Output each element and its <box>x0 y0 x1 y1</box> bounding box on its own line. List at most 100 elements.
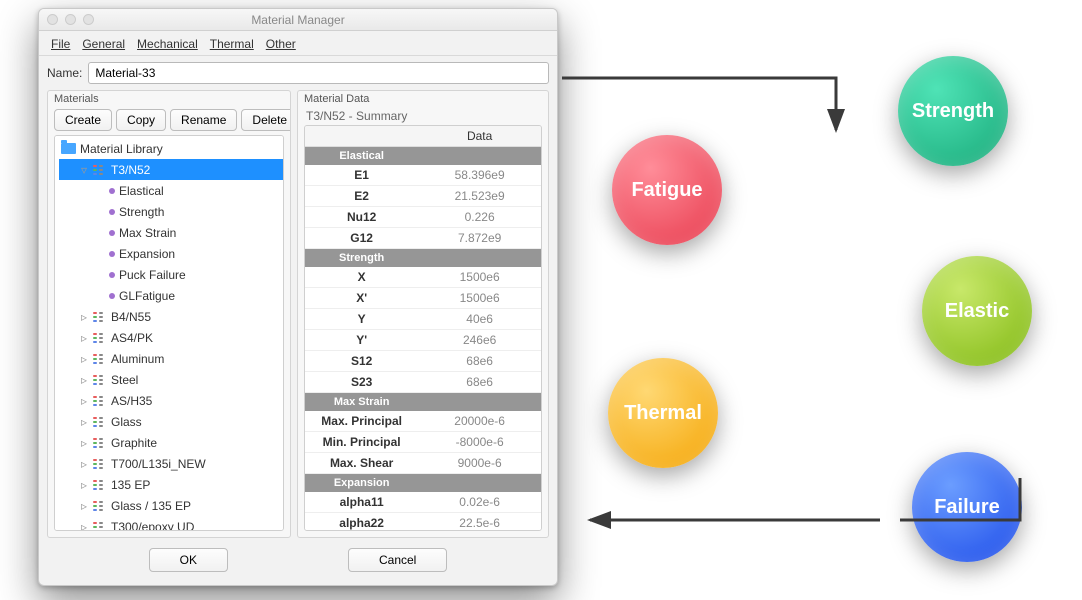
table-row[interactable]: S1268e6 <box>305 351 541 372</box>
tree-item[interactable]: ▹ Glass / 135 EP <box>59 495 283 516</box>
tree-item-label: AS/H35 <box>111 394 152 408</box>
table-row[interactable]: alpha110.02e-6 <box>305 492 541 513</box>
tree-item[interactable]: ▹AS4/PK <box>59 327 283 348</box>
tree-item[interactable]: Puck Failure <box>59 264 283 285</box>
property-value: 0.02e-6 <box>418 492 541 513</box>
bullet-icon <box>109 272 115 278</box>
table-row[interactable]: Max. Shear9000e-6 <box>305 453 541 474</box>
tree-item[interactable]: Strength <box>59 201 283 222</box>
property-name: alpha11 <box>305 492 418 513</box>
create-button[interactable]: Create <box>54 109 112 131</box>
property-value: 0.226 <box>418 207 541 228</box>
property-value: 9000e-6 <box>418 453 541 474</box>
menu-general[interactable]: General <box>78 35 129 53</box>
tree-item[interactable]: ▹Aluminum <box>59 348 283 369</box>
zoom-icon[interactable] <box>83 14 94 25</box>
tree-item[interactable]: Elastical <box>59 180 283 201</box>
property-value: 22.5e-6 <box>418 513 541 532</box>
tree-item[interactable]: ▹B4/N55 <box>59 306 283 327</box>
copy-button[interactable]: Copy <box>116 109 166 131</box>
property-value: 68e6 <box>418 351 541 372</box>
bullet-icon <box>109 209 115 215</box>
chevron-right-icon[interactable]: ▹ <box>79 520 89 532</box>
tree-item[interactable]: ▹Steel <box>59 369 283 390</box>
name-label: Name: <box>47 66 82 80</box>
chevron-right-icon[interactable]: ▹ <box>79 373 89 387</box>
tree-root-label: Material Library <box>80 142 163 156</box>
tree-item-selected[interactable]: ▿ T3/N52 <box>59 159 283 180</box>
bullet-icon <box>109 251 115 257</box>
tree-item[interactable]: ▹ AS/H35 <box>59 390 283 411</box>
tree-item[interactable]: ▹135 EP <box>59 474 283 495</box>
property-value: 1500e6 <box>418 288 541 309</box>
table-row[interactable]: Y40e6 <box>305 309 541 330</box>
tree-item[interactable]: GLFatigue <box>59 285 283 306</box>
tree-item-label: T700/L135i_NEW <box>111 457 206 471</box>
property-value: -8000e-6 <box>418 432 541 453</box>
material-data-grid[interactable]: Data ElasticalE158.396e9E221.523e9Nu120.… <box>304 125 542 531</box>
tree-item-label: Glass <box>111 415 142 429</box>
tree-item-label: Strength <box>119 205 164 219</box>
material-tree[interactable]: Material Library ▿ T3/N52 Elastical Stren… <box>54 135 284 531</box>
tree-root[interactable]: Material Library <box>59 138 283 159</box>
tree-item-label: Max Strain <box>119 226 176 240</box>
ok-button[interactable]: OK <box>149 548 228 572</box>
tree-item[interactable]: Expansion <box>59 243 283 264</box>
name-input[interactable] <box>88 62 549 84</box>
tree-item[interactable]: ▹ T700/L135i_NEW <box>59 453 283 474</box>
menu-thermal[interactable]: Thermal <box>206 35 258 53</box>
chevron-down-icon[interactable]: ▿ <box>79 163 89 177</box>
table-row[interactable]: E221.523e9 <box>305 186 541 207</box>
list-icon <box>93 312 107 322</box>
tree-item-label: GLFatigue <box>119 289 175 303</box>
property-name: alpha22 <box>305 513 418 532</box>
menu-file[interactable]: File <box>47 35 74 53</box>
table-row[interactable]: E158.396e9 <box>305 165 541 186</box>
tree-item[interactable]: ▹T300/epoxy UD <box>59 516 283 531</box>
table-row[interactable]: X1500e6 <box>305 267 541 288</box>
cancel-button[interactable]: Cancel <box>348 548 447 572</box>
badge-failure: Failure <box>912 452 1022 562</box>
property-value: 1500e6 <box>418 267 541 288</box>
chevron-right-icon[interactable]: ▹ <box>79 499 89 513</box>
chevron-right-icon[interactable]: ▹ <box>79 436 89 450</box>
chevron-right-icon[interactable]: ▹ <box>79 394 89 408</box>
close-icon[interactable] <box>47 14 58 25</box>
badge-fatigue: Fatigue <box>612 135 722 245</box>
tree-item[interactable]: ▹Graphite <box>59 432 283 453</box>
section-header: Expansion <box>305 474 418 493</box>
property-name: X' <box>305 288 418 309</box>
titlebar[interactable]: Material Manager <box>39 9 557 31</box>
material-data-subtitle: T3/N52 - Summary <box>298 105 548 125</box>
window-title: Material Manager <box>39 13 557 27</box>
table-row[interactable]: S2368e6 <box>305 372 541 393</box>
table-row[interactable]: Max. Principal20000e-6 <box>305 411 541 432</box>
list-icon <box>93 501 107 511</box>
menu-other[interactable]: Other <box>262 35 300 53</box>
tree-item[interactable]: Max Strain <box>59 222 283 243</box>
chevron-right-icon[interactable]: ▹ <box>79 331 89 345</box>
table-row[interactable]: G127.872e9 <box>305 228 541 249</box>
tree-item-label: T3/N52 <box>111 163 150 177</box>
tree-item-label: Puck Failure <box>119 268 186 282</box>
list-icon <box>93 396 107 406</box>
list-icon <box>93 438 107 448</box>
delete-button[interactable]: Delete <box>241 109 291 131</box>
chevron-right-icon[interactable]: ▹ <box>79 478 89 492</box>
table-row[interactable]: alpha2222.5e-6 <box>305 513 541 532</box>
chevron-right-icon[interactable]: ▹ <box>79 352 89 366</box>
tree-item-label: Glass / 135 EP <box>111 499 191 513</box>
tree-item[interactable]: ▹ Glass <box>59 411 283 432</box>
table-row[interactable]: Nu120.226 <box>305 207 541 228</box>
chevron-right-icon[interactable]: ▹ <box>79 310 89 324</box>
minimize-icon[interactable] <box>65 14 76 25</box>
chevron-right-icon[interactable]: ▹ <box>79 457 89 471</box>
table-row[interactable]: X'1500e6 <box>305 288 541 309</box>
table-row[interactable]: Min. Principal-8000e-6 <box>305 432 541 453</box>
table-row[interactable]: Y'246e6 <box>305 330 541 351</box>
chevron-right-icon[interactable]: ▹ <box>79 415 89 429</box>
property-name: S23 <box>305 372 418 393</box>
list-icon <box>93 417 107 427</box>
rename-button[interactable]: Rename <box>170 109 237 131</box>
menu-mechanical[interactable]: Mechanical <box>133 35 202 53</box>
